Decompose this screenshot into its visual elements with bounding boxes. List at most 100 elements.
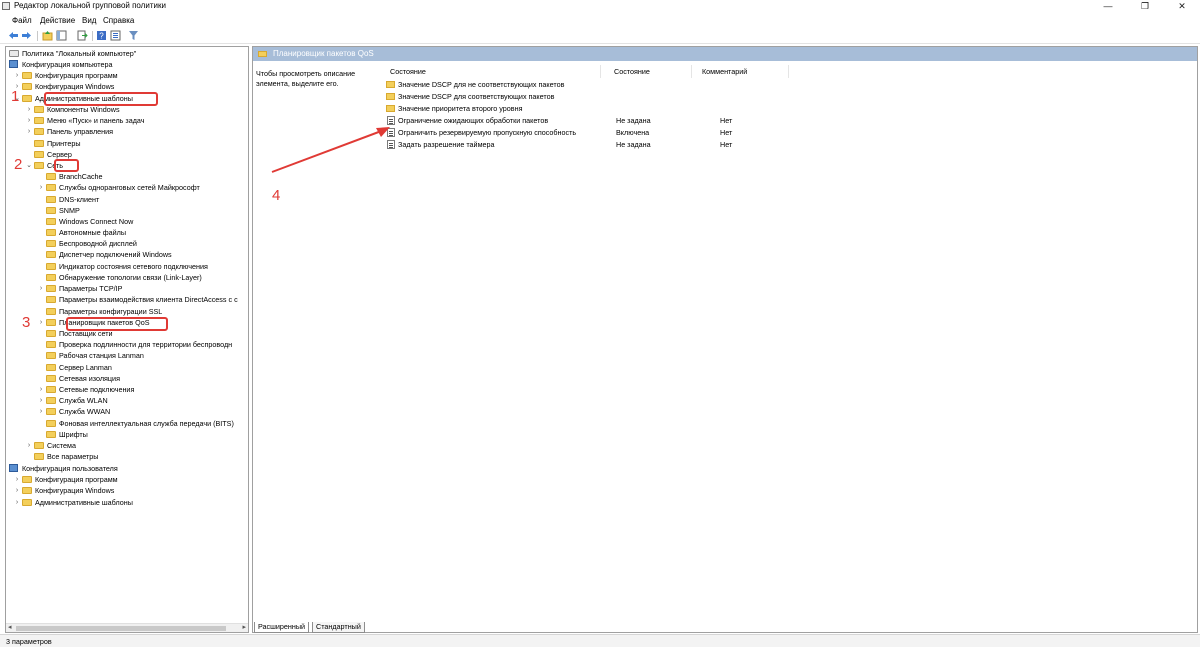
tree-node-label: Беспроводной дисплей (59, 239, 137, 248)
tree-root-label: Политика "Локальный компьютер" (22, 49, 137, 58)
policy-row[interactable]: Значение DSCP для соответствующих пакето… (386, 91, 946, 102)
up-folder-icon[interactable] (42, 30, 53, 41)
folder-icon (22, 487, 32, 494)
folder-icon (34, 117, 44, 124)
tree-node-label: Конфигурация Windows (35, 82, 115, 91)
policy-name: Значение приоритета второго уровня (398, 104, 523, 113)
tree-node-label: Служба WLAN (59, 396, 108, 405)
restore-icon[interactable]: ❐ (1127, 0, 1163, 13)
folder-icon (46, 218, 56, 225)
annotation-number-4: 4 (272, 187, 281, 204)
tree-node-label: Параметры взаимодействия клиента DirectA… (59, 295, 238, 304)
menu-help[interactable]: Справка (103, 16, 134, 25)
column-header-comment[interactable]: Комментарий (702, 67, 747, 76)
collapsed-chevron-icon[interactable]: › (25, 104, 33, 115)
expanded-chevron-icon[interactable]: ⌄ (25, 160, 33, 171)
folder-icon (46, 330, 56, 337)
policy-row[interactable]: Ограничение ожидающих обработки пакетов Н… (386, 115, 946, 126)
properties-icon[interactable] (110, 30, 121, 41)
tab-extended[interactable]: Расширенный (254, 622, 310, 633)
expanded-chevron-icon[interactable]: ⌄ (6, 463, 8, 474)
folder-icon (46, 251, 56, 258)
help-icon[interactable]: ? (96, 30, 107, 41)
scroll-right-icon[interactable]: ▸ (242, 623, 246, 631)
policy-row[interactable]: Задать разрешение таймера Не задана Нет (386, 139, 946, 150)
column-header-state[interactable]: Состояние (614, 67, 650, 76)
svg-text:?: ? (99, 32, 104, 41)
collapsed-chevron-icon[interactable]: › (37, 395, 45, 406)
folder-icon (46, 397, 56, 404)
tree-node-label: Параметры TCP/IP (59, 284, 123, 293)
annotation-arrow (271, 127, 390, 173)
folder-icon (22, 499, 32, 506)
folder-icon (46, 386, 56, 393)
collapsed-chevron-icon[interactable]: › (37, 182, 45, 193)
collapsed-chevron-icon[interactable]: › (13, 70, 21, 81)
policy-comment: Нет (720, 128, 733, 137)
tree-node-label: Обнаружение топологии связи (Link-Layer) (59, 273, 202, 282)
forward-arrow-icon[interactable] (21, 30, 32, 41)
tree-node-label: Панель управления (47, 127, 114, 136)
show-hide-tree-icon[interactable] (56, 30, 67, 41)
folder-icon (34, 151, 44, 158)
collapsed-chevron-icon[interactable]: › (13, 485, 21, 496)
column-header-name[interactable]: Состояние (390, 67, 426, 76)
menu-file[interactable]: Файл (12, 16, 32, 25)
tree-node-label: Windows Connect Now (59, 217, 134, 226)
collapsed-chevron-icon[interactable]: › (37, 384, 45, 395)
policy-row[interactable]: Значение приоритета второго уровня (386, 103, 946, 114)
minimize-icon[interactable]: — (1090, 0, 1126, 13)
collapsed-chevron-icon[interactable]: › (13, 474, 21, 485)
tree-node-label: Автономные файлы (59, 228, 126, 237)
tree-node-label: Сервер Lanman (59, 363, 112, 372)
console-tree: Политика "Локальный компьютер" ⌄ Конфигур… (5, 46, 249, 633)
tab-standard[interactable]: Стандартный (312, 622, 365, 633)
expanded-chevron-icon[interactable]: ⌄ (6, 59, 8, 70)
collapsed-chevron-icon[interactable]: › (37, 283, 45, 294)
policy-name: Значение DSCP для соответствующих пакето… (398, 92, 555, 101)
scroll-thumb[interactable] (16, 626, 226, 631)
folder-icon (46, 420, 56, 427)
policy-row[interactable]: Ограничить резервируемую пропускную спос… (386, 127, 946, 138)
annotation-box-network (54, 159, 79, 172)
tree-node-label: Конфигурация Windows (35, 486, 115, 495)
tree-node-label: Индикатор состояния сетевого подключения (59, 262, 208, 271)
menu-action[interactable]: Действие (40, 16, 75, 25)
folder-icon (46, 240, 56, 247)
collapsed-chevron-icon[interactable]: › (37, 317, 45, 328)
description-text: Чтобы просмотреть описание элемента, выд… (256, 69, 356, 88)
folder-icon (46, 229, 56, 236)
tree-node-label: Сетевые подключения (59, 385, 135, 394)
policy-row[interactable]: Значение DSCP для не соответствующих пак… (386, 79, 946, 90)
close-icon[interactable]: ✕ (1164, 0, 1200, 13)
export-list-icon[interactable] (77, 30, 88, 41)
folder-icon (46, 274, 56, 281)
collapsed-chevron-icon[interactable]: › (37, 406, 45, 417)
collapsed-chevron-icon[interactable]: › (13, 497, 21, 508)
tree-node-label: DNS-клиент (59, 195, 100, 204)
scroll-left-icon[interactable]: ◂ (8, 623, 12, 631)
back-arrow-icon[interactable] (8, 30, 19, 41)
filter-icon[interactable] (128, 30, 139, 41)
column-separator[interactable] (600, 65, 601, 78)
tree-node-label: Службы одноранговых сетей Майкрософт (59, 183, 200, 192)
tree-node-label: Шрифты (59, 430, 88, 439)
folder-icon (46, 431, 56, 438)
policy-name: Значение DSCP для не соответствующих пак… (398, 80, 565, 89)
menu-view[interactable]: Вид (82, 16, 96, 25)
column-separator[interactable] (691, 65, 692, 78)
toolbar: ? (0, 28, 1200, 44)
tree-node-label: Сетевая изоляция (59, 374, 120, 383)
column-separator[interactable] (788, 65, 789, 78)
policy-state: Включена (616, 128, 650, 137)
collapsed-chevron-icon[interactable]: › (25, 440, 33, 451)
tree-node-label: Конфигурация программ (35, 475, 118, 484)
collapsed-chevron-icon[interactable]: › (25, 115, 33, 126)
tree-node-label: BranchCache (59, 172, 103, 181)
tree-node-label: Рабочая станция Lanman (59, 351, 144, 360)
tree-horizontal-scrollbar[interactable]: ◂ ▸ (6, 623, 248, 632)
folder-icon (22, 95, 32, 102)
tree-node-label: Конфигурация пользователя (22, 464, 118, 473)
collapsed-chevron-icon[interactable]: › (25, 126, 33, 137)
folder-icon (46, 207, 56, 214)
